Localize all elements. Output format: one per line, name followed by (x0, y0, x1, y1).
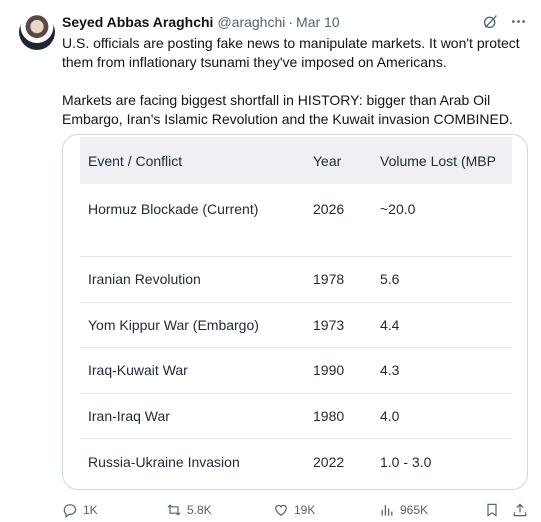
bookmark-icon (487, 503, 497, 517)
reply-button[interactable]: 1K (62, 502, 98, 518)
views-count: 965K (400, 503, 429, 517)
table-header-row: Event / Conflict Year Volume Lost (MBP (80, 137, 512, 184)
table-header-cell: Volume Lost (MBP (380, 152, 496, 169)
grok-icon[interactable] (481, 12, 499, 30)
table-cell: Yom Kippur War (Embargo) (88, 316, 259, 333)
views-icon (381, 505, 393, 516)
action-bar: 1K 5.8K 19K 965K (62, 500, 532, 520)
table-cell: Iranian Revolution (88, 271, 201, 288)
table-row: Yom Kippur War (Embargo) 1973 4.4 (80, 303, 512, 348)
table-cell: 2022 (313, 453, 345, 470)
table-cell: Hormuz Blockade (Current) (88, 201, 259, 217)
table-cell: 5.6 (380, 271, 400, 288)
table-row: Iraq-Kuwait War 1990 4.3 (80, 348, 512, 394)
share-button[interactable] (512, 502, 528, 518)
repost-button[interactable]: 5.8K (166, 502, 212, 518)
table-cell: ~20.0 (380, 201, 416, 217)
repost-count: 5.8K (187, 503, 212, 517)
reply-icon (63, 504, 77, 518)
table-row: Iran-Iraq War 1980 4.0 (80, 394, 512, 439)
avatar[interactable] (19, 14, 55, 50)
reply-count: 1K (83, 503, 98, 517)
table-cell: Iraq-Kuwait War (88, 362, 188, 379)
more-icon[interactable] (509, 12, 527, 30)
table-row: Iranian Revolution 1978 5.6 (80, 257, 512, 303)
table-row: Russia-Ukraine Invasion 2022 1.0 - 3.0 (80, 439, 512, 485)
data-table: Event / Conflict Year Volume Lost (MBP H… (80, 135, 512, 485)
user-handle[interactable]: @araghchi (217, 14, 285, 30)
table-header-cell: Year (313, 152, 342, 169)
tweet-date[interactable]: Mar 10 (296, 14, 340, 30)
table-cell: 4.0 (380, 407, 400, 424)
tweet-paragraph: Markets are facing biggest shortfall in … (62, 92, 513, 127)
tweet-header: Seyed Abbas Araghchi @araghchi · Mar 10 (62, 13, 340, 31)
display-name[interactable]: Seyed Abbas Araghchi (62, 14, 213, 30)
separator-dot: · (288, 14, 294, 30)
table-cell: 2026 (313, 201, 345, 217)
share-icon (513, 503, 527, 517)
table-cell: 1973 (313, 316, 345, 333)
table-cell: Iran-Iraq War (88, 407, 170, 424)
repost-icon (167, 504, 181, 516)
like-count: 19K (294, 503, 316, 517)
media-image[interactable]: Event / Conflict Year Volume Lost (MBP H… (62, 134, 528, 490)
table-cell: 1978 (313, 271, 345, 288)
table-cell: 4.3 (380, 362, 400, 379)
views-button[interactable]: 965K (379, 502, 428, 518)
table-row: Hormuz Blockade (Current) 2026 ~20.0 (80, 184, 512, 257)
tweet: Seyed Abbas Araghchi @araghchi · Mar 10 … (0, 0, 541, 522)
tweet-text: U.S. officials are posting fake news to … (62, 34, 532, 129)
table-cell: Russia-Ukraine Invasion (88, 453, 240, 470)
bookmark-button[interactable] (484, 502, 500, 518)
table-cell: 4.4 (380, 316, 400, 333)
table-cell: 1990 (313, 362, 345, 379)
table-cell: 1.0 - 3.0 (380, 453, 432, 470)
header-actions (481, 12, 527, 30)
heart-icon (275, 504, 287, 516)
like-button[interactable]: 19K (273, 502, 315, 518)
table-header-cell: Event / Conflict (88, 152, 183, 169)
table-cell: 1980 (313, 407, 345, 424)
tweet-paragraph: U.S. officials are posting fake news to … (62, 35, 520, 70)
